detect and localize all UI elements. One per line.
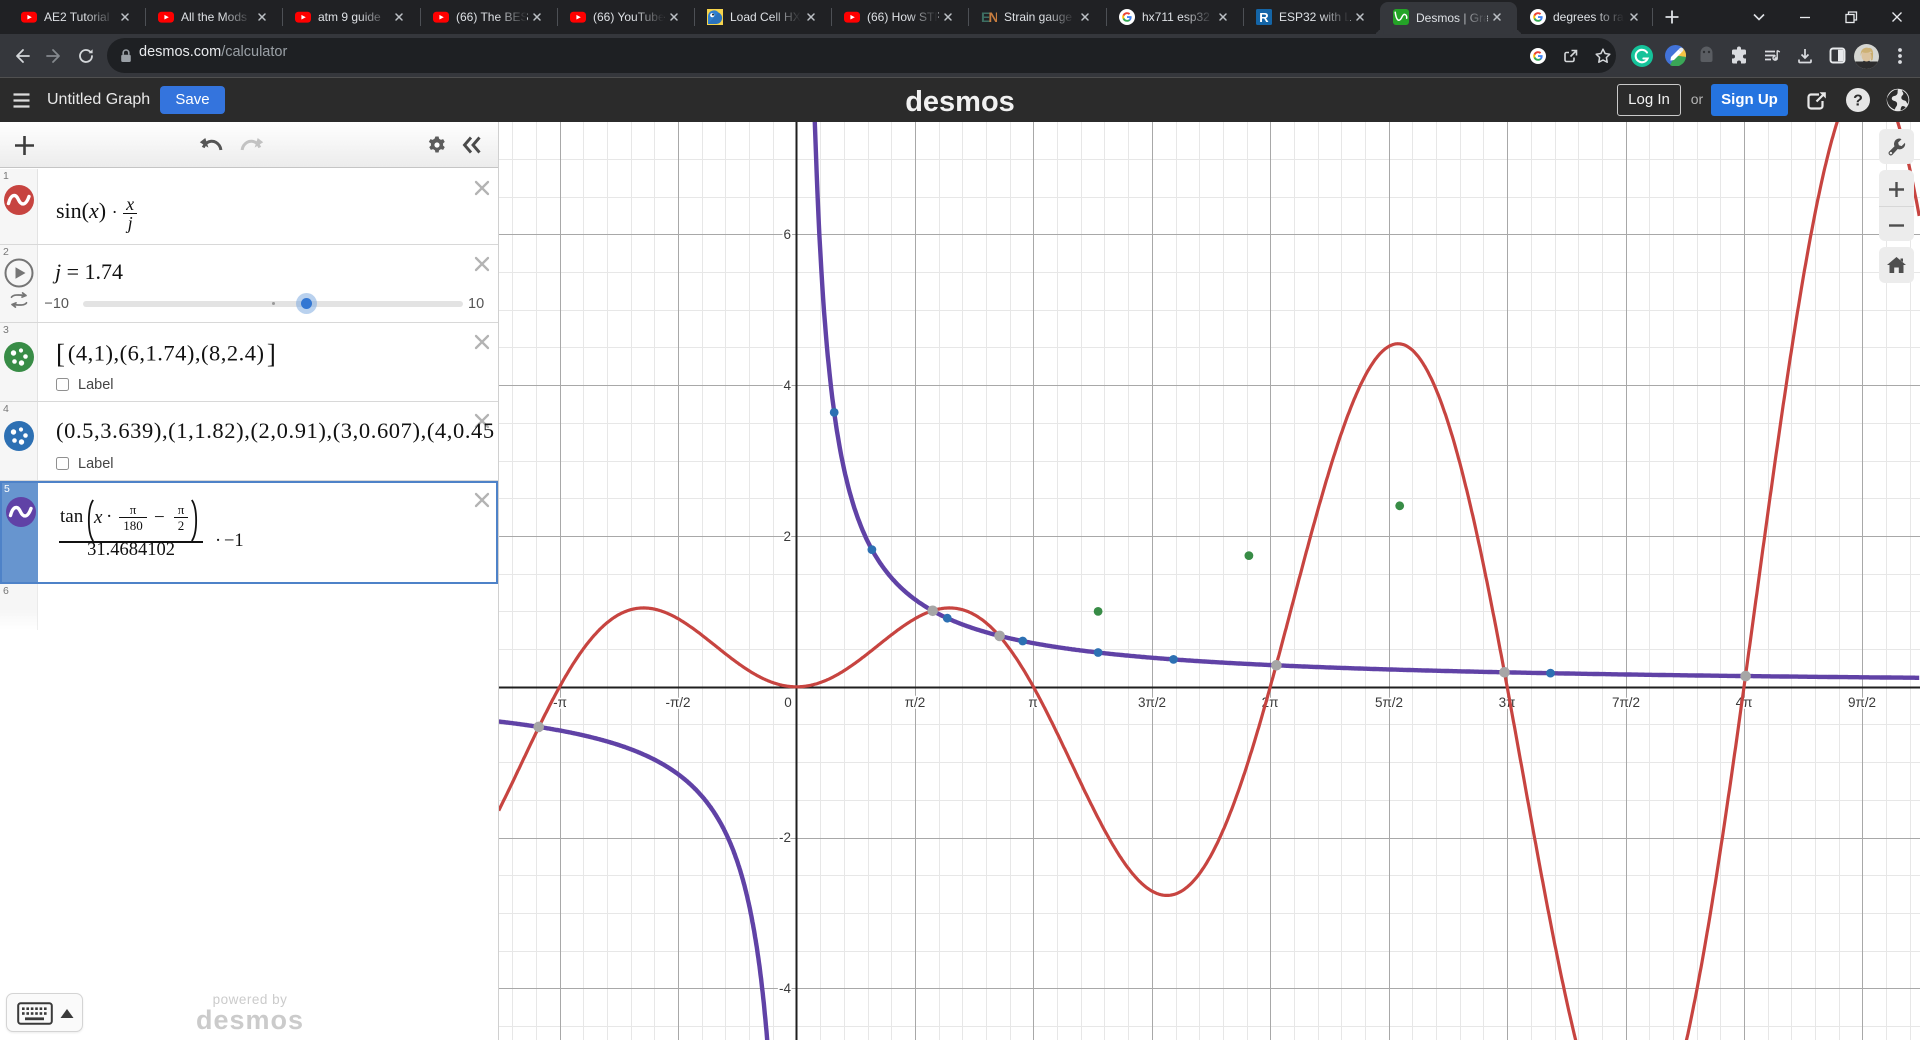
svg-text:4: 4 bbox=[783, 378, 791, 393]
svg-text:3π/2: 3π/2 bbox=[1138, 695, 1166, 710]
svg-text:2: 2 bbox=[783, 529, 791, 544]
svg-text:5π/2: 5π/2 bbox=[1375, 695, 1403, 710]
svg-text:-2: -2 bbox=[779, 830, 791, 845]
svg-text:N: N bbox=[989, 9, 998, 25]
svg-text:6: 6 bbox=[783, 227, 791, 242]
svg-text:?: ? bbox=[1853, 93, 1863, 110]
svg-text:R: R bbox=[1259, 10, 1269, 25]
svg-text:-4: -4 bbox=[779, 981, 791, 996]
svg-text:0: 0 bbox=[784, 695, 792, 710]
svg-text:π: π bbox=[1028, 695, 1037, 710]
svg-text:π/2: π/2 bbox=[905, 695, 926, 710]
svg-text:7π/2: 7π/2 bbox=[1612, 695, 1640, 710]
svg-text:9π/2: 9π/2 bbox=[1848, 695, 1876, 710]
svg-text:3π: 3π bbox=[1499, 695, 1516, 710]
svg-text:-π/2: -π/2 bbox=[665, 695, 690, 710]
